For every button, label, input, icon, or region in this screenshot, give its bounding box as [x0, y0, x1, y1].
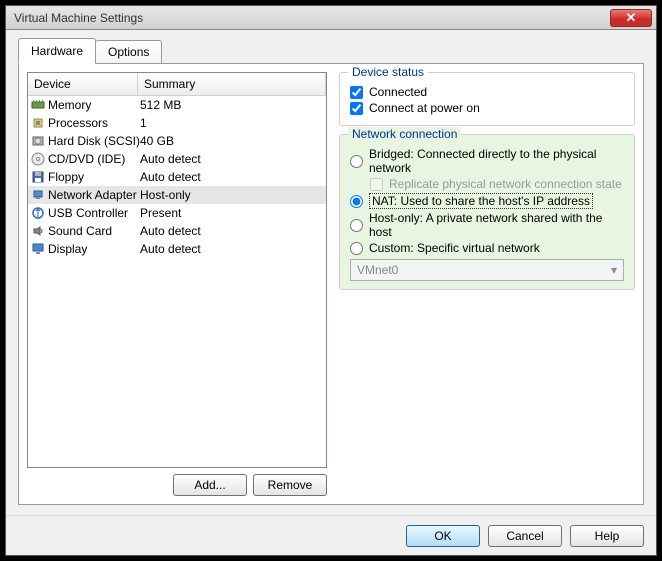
device-row[interactable]: Hard Disk (SCSI)40 GB: [28, 132, 326, 150]
hdd-icon: [30, 133, 46, 149]
device-row[interactable]: Network AdapterHost-only: [28, 186, 326, 204]
display-icon: [30, 241, 46, 257]
hostonly-row[interactable]: Host-only: A private network shared with…: [350, 211, 624, 239]
connected-row[interactable]: Connected: [350, 85, 624, 99]
close-icon: ✕: [626, 11, 637, 24]
bridged-row[interactable]: Bridged: Connected directly to the physi…: [350, 147, 624, 175]
device-name: Memory: [48, 98, 140, 112]
dialog-footer: OK Cancel Help: [6, 515, 656, 555]
nat-row[interactable]: NAT: Used to share the host's IP address: [350, 193, 624, 209]
device-summary: Present: [140, 206, 324, 220]
window-title: Virtual Machine Settings: [14, 11, 610, 25]
device-name: Processors: [48, 116, 140, 130]
tab-hardware[interactable]: Hardware: [18, 38, 96, 64]
vmnet-select: VMnet0 ▾: [350, 259, 624, 281]
col-header-device[interactable]: Device: [28, 73, 138, 95]
tab-options[interactable]: Options: [95, 40, 162, 64]
cpu-icon: [30, 115, 46, 131]
device-summary: Auto detect: [140, 152, 324, 166]
device-summary: 40 GB: [140, 134, 324, 148]
replicate-row: Replicate physical network connection st…: [370, 177, 624, 191]
floppy-icon: [30, 169, 46, 185]
device-name: Floppy: [48, 170, 140, 184]
power-on-label: Connect at power on: [369, 101, 480, 115]
device-list[interactable]: Device Summary Memory512 MBProcessors1Ha…: [27, 72, 327, 468]
remove-button[interactable]: Remove: [253, 474, 327, 496]
connected-label: Connected: [369, 85, 427, 99]
replicate-label: Replicate physical network connection st…: [389, 177, 622, 191]
device-summary: Auto detect: [140, 242, 324, 256]
bridged-radio[interactable]: [350, 155, 363, 168]
ok-button[interactable]: OK: [406, 525, 480, 547]
custom-row[interactable]: Custom: Specific virtual network: [350, 241, 624, 255]
help-button[interactable]: Help: [570, 525, 644, 547]
custom-label: Custom: Specific virtual network: [369, 241, 540, 255]
power-on-row[interactable]: Connect at power on: [350, 101, 624, 115]
cd-icon: [30, 151, 46, 167]
replicate-checkbox: [370, 178, 383, 191]
device-row[interactable]: DisplayAuto detect: [28, 240, 326, 258]
device-status-group: Device status Connected Connect at power…: [339, 72, 635, 126]
device-row[interactable]: Memory512 MB: [28, 96, 326, 114]
device-row[interactable]: USB ControllerPresent: [28, 204, 326, 222]
device-summary: Auto detect: [140, 170, 324, 184]
chevron-down-icon: ▾: [611, 263, 617, 277]
titlebar: Virtual Machine Settings ✕: [6, 6, 656, 30]
nat-radio[interactable]: [350, 195, 363, 208]
device-summary: 512 MB: [140, 98, 324, 112]
device-name: Display: [48, 242, 140, 256]
tabs: Hardware Options: [18, 40, 644, 64]
sound-icon: [30, 223, 46, 239]
device-row[interactable]: CD/DVD (IDE)Auto detect: [28, 150, 326, 168]
close-button[interactable]: ✕: [610, 9, 652, 27]
net-icon: [30, 187, 46, 203]
vmnet-value: VMnet0: [357, 263, 398, 277]
bridged-label: Bridged: Connected directly to the physi…: [369, 147, 624, 175]
network-connection-group: Network connection Bridged: Connected di…: [339, 134, 635, 290]
col-header-summary[interactable]: Summary: [138, 73, 326, 95]
hostonly-radio[interactable]: [350, 219, 363, 232]
device-summary: Auto detect: [140, 224, 324, 238]
device-status-legend: Device status: [348, 65, 428, 79]
device-summary: 1: [140, 116, 324, 130]
tab-panel-hardware: Device Summary Memory512 MBProcessors1Ha…: [18, 63, 644, 505]
device-name: Hard Disk (SCSI): [48, 134, 140, 148]
power-on-checkbox[interactable]: [350, 102, 363, 115]
device-summary: Host-only: [140, 188, 324, 202]
device-row[interactable]: Sound CardAuto detect: [28, 222, 326, 240]
device-name: CD/DVD (IDE): [48, 152, 140, 166]
hostonly-label: Host-only: A private network shared with…: [369, 211, 624, 239]
device-name: Network Adapter: [48, 188, 140, 202]
device-name: Sound Card: [48, 224, 140, 238]
nat-label: NAT: Used to share the host's IP address: [369, 193, 593, 209]
add-button[interactable]: Add...: [173, 474, 247, 496]
usb-icon: [30, 205, 46, 221]
network-legend: Network connection: [348, 127, 461, 141]
device-name: USB Controller: [48, 206, 140, 220]
device-row[interactable]: FloppyAuto detect: [28, 168, 326, 186]
connected-checkbox[interactable]: [350, 86, 363, 99]
list-header: Device Summary: [28, 73, 326, 96]
custom-radio[interactable]: [350, 242, 363, 255]
cancel-button[interactable]: Cancel: [488, 525, 562, 547]
memory-icon: [30, 97, 46, 113]
device-row[interactable]: Processors1: [28, 114, 326, 132]
